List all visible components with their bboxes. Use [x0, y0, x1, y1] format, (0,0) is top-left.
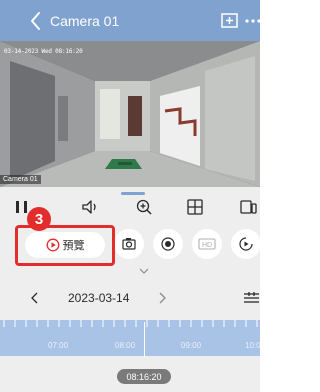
- back-chevron-icon[interactable]: [26, 9, 46, 33]
- calendar-list-icon[interactable]: [243, 291, 260, 305]
- playback-timeline[interactable]: 07:00 08:00 09:00 10:0: [0, 320, 260, 356]
- record-icon: [161, 237, 175, 251]
- snapshot-button[interactable]: [114, 229, 144, 259]
- volume-icon[interactable]: [80, 198, 100, 216]
- highlight-frame: [15, 225, 115, 266]
- camera-icon: [122, 238, 136, 250]
- speed-icon: [239, 237, 253, 251]
- date-label[interactable]: 2023-03-14: [68, 291, 129, 305]
- next-day-icon[interactable]: [157, 291, 167, 305]
- expand-chevron-icon[interactable]: [139, 267, 149, 275]
- hd-button[interactable]: HD: [192, 229, 222, 259]
- camera-label: Camera 01: [0, 175, 41, 184]
- current-time-badge: 08:16:20: [117, 369, 171, 384]
- split-screen-icon[interactable]: [185, 198, 205, 216]
- prev-day-icon[interactable]: [30, 291, 40, 305]
- timeline-label: 09:00: [181, 341, 202, 350]
- timeline-cursor[interactable]: [144, 322, 145, 358]
- timeline-ticks: [3, 320, 258, 327]
- playback-speed-button[interactable]: [231, 229, 261, 259]
- timeline-label: 07:00: [48, 341, 69, 350]
- step-badge: 3: [27, 207, 51, 231]
- page-title: Camera 01: [50, 13, 120, 29]
- svg-text:HD: HD: [202, 242, 212, 249]
- timeline-label: 10:0: [245, 341, 260, 350]
- timeline-label: 08:00: [115, 341, 136, 350]
- hd-icon: HD: [198, 238, 216, 250]
- osd-timestamp: 03-14-2023 Wed 08:16:20: [4, 48, 83, 55]
- record-button[interactable]: [153, 229, 183, 259]
- more-dots-icon[interactable]: [244, 11, 264, 31]
- drag-handle[interactable]: [121, 192, 145, 195]
- corridor-scene-image: [0, 41, 260, 187]
- live-video-feed[interactable]: 03-14-2023 Wed 08:16:20 Camera 01: [0, 41, 260, 187]
- multi-channel-icon[interactable]: [238, 198, 258, 216]
- zoom-in-icon[interactable]: [134, 198, 154, 216]
- top-bar: Camera 01: [0, 0, 261, 41]
- date-navigator: 2023-03-14: [0, 286, 260, 312]
- add-window-icon[interactable]: [220, 11, 240, 31]
